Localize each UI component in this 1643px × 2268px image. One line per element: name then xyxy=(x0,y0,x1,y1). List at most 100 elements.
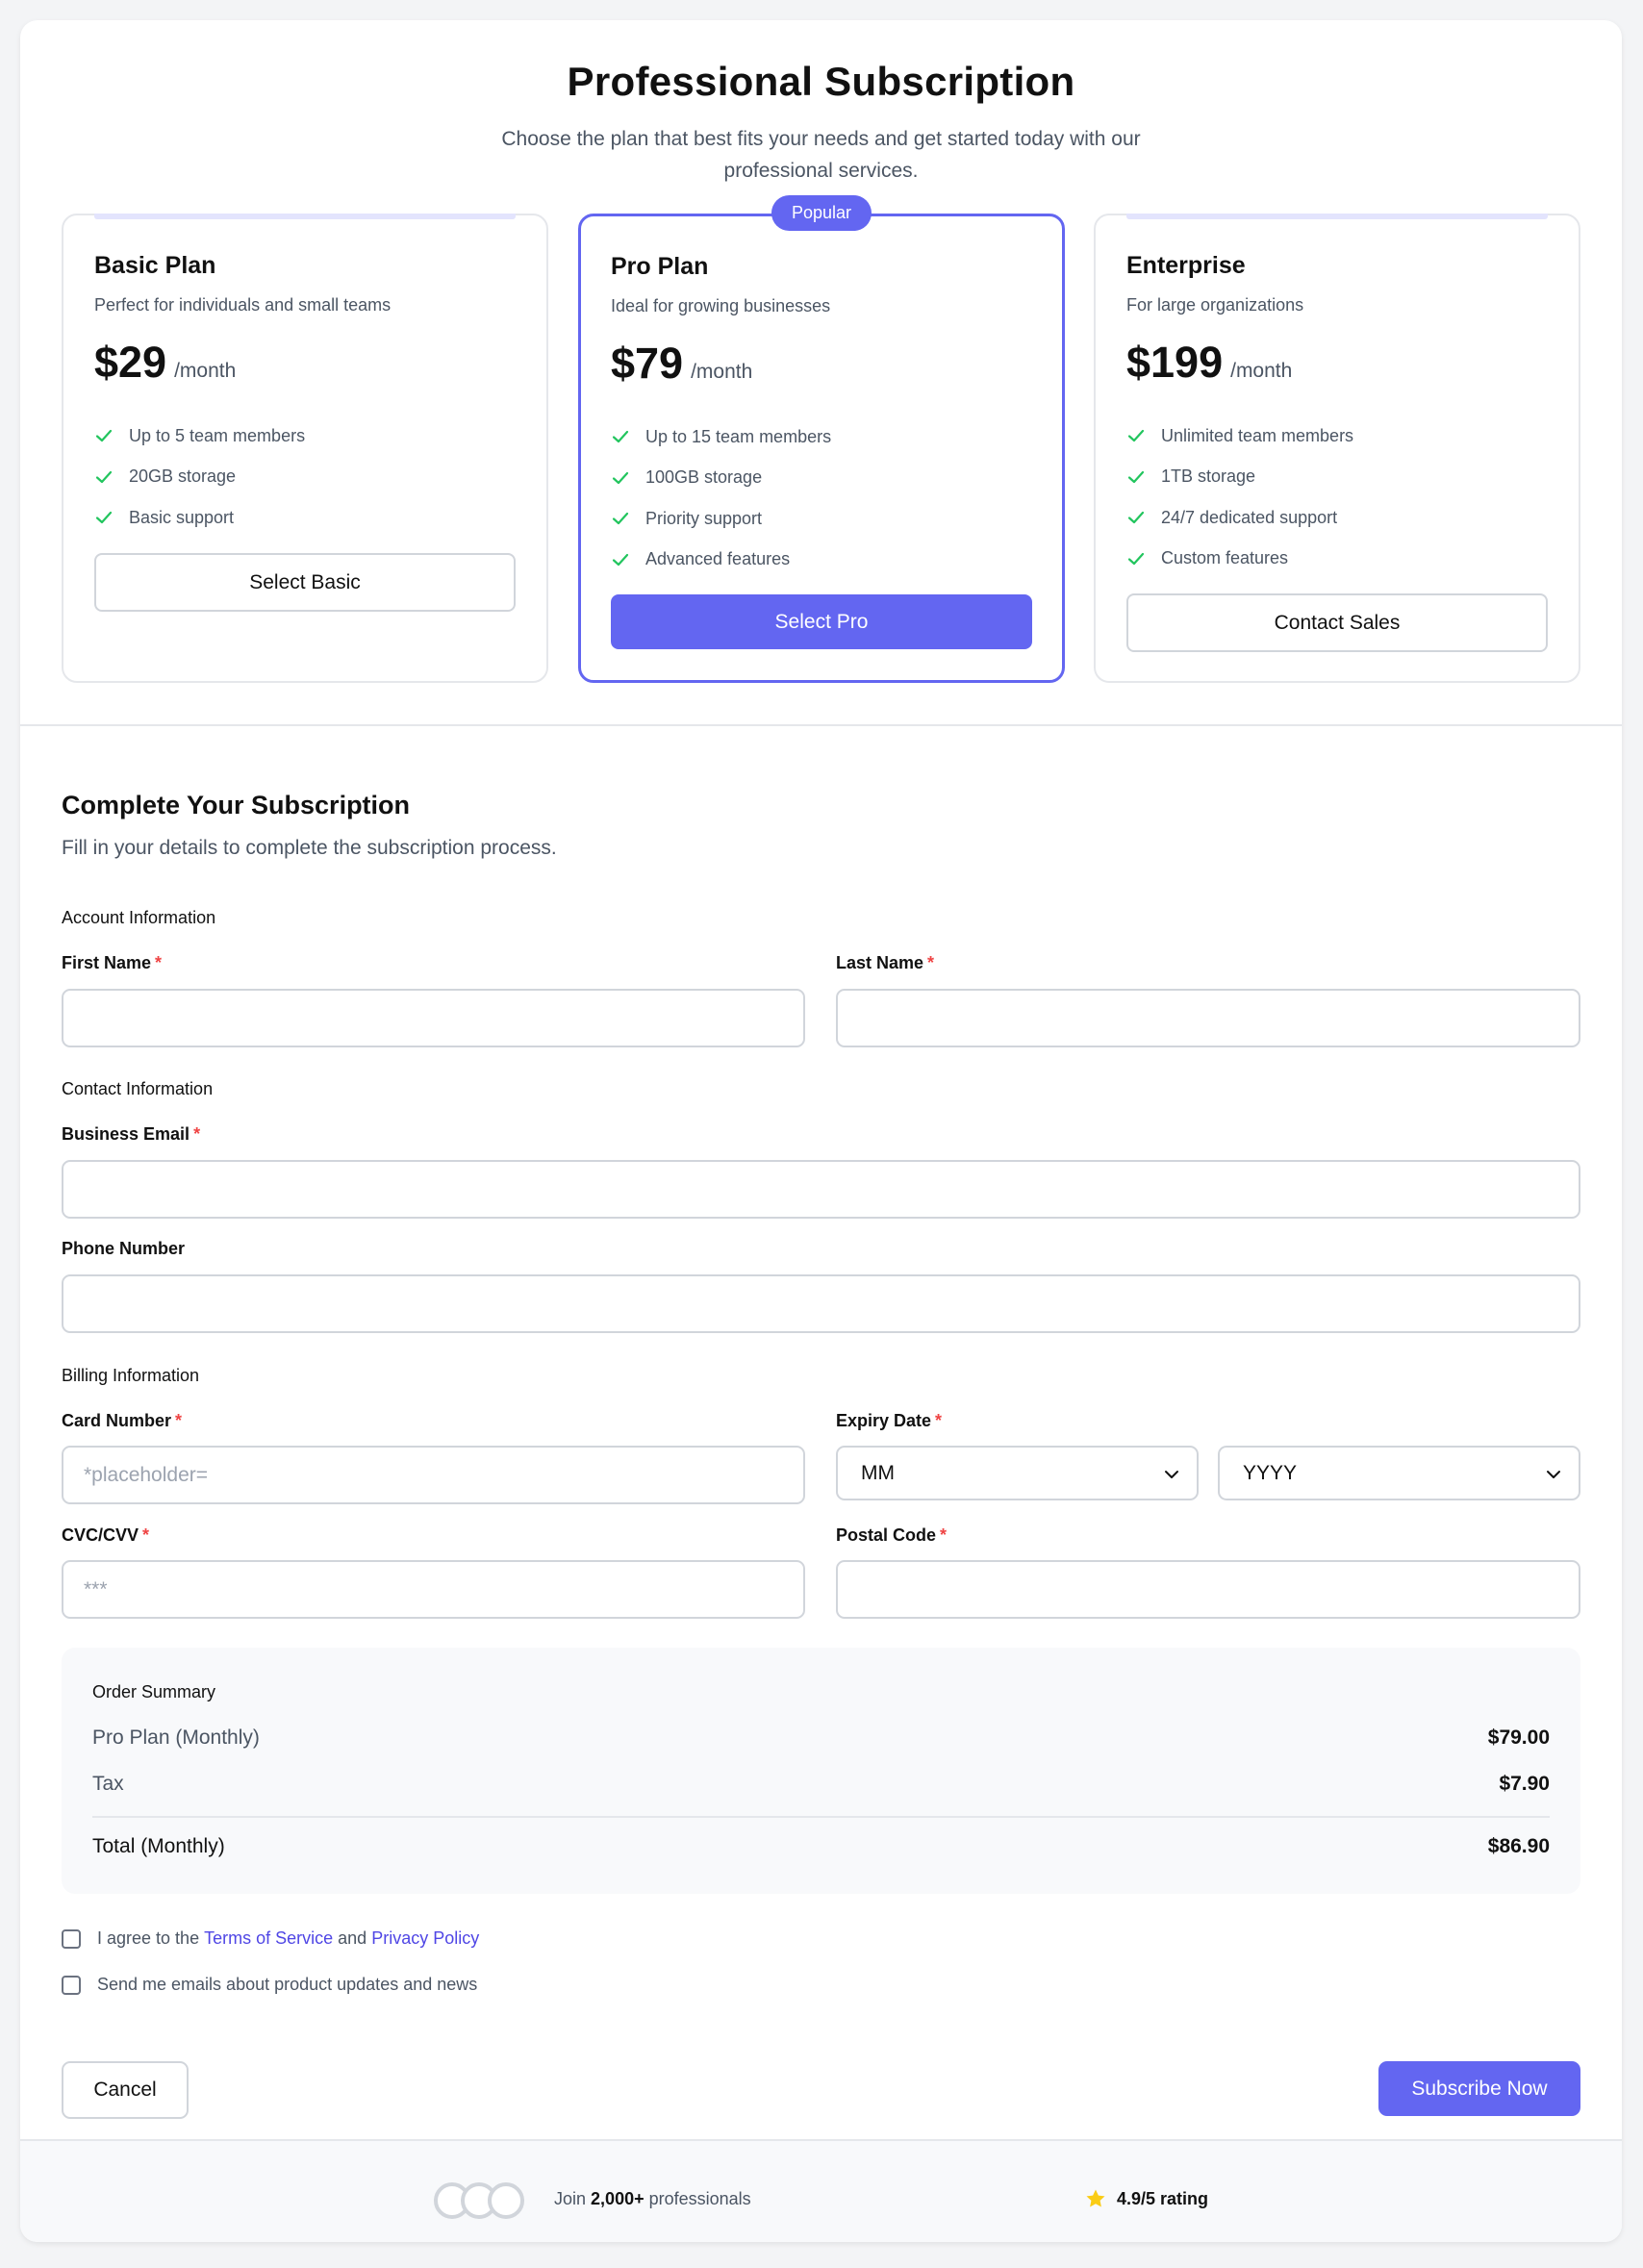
check-icon xyxy=(612,553,629,566)
rating-text: 4.9/5 rating xyxy=(1117,2188,1209,2208)
cancel-button[interactable]: Cancel xyxy=(62,2061,189,2119)
summary-total-label: Total (Monthly) xyxy=(92,1835,225,1857)
first-name-label: First Name * xyxy=(62,953,162,973)
plan-period: /month xyxy=(1230,360,1293,382)
join-prefix: Join xyxy=(554,2189,587,2208)
plan-description: Ideal for growing businesses xyxy=(611,296,831,315)
last-name-label-text: Last Name xyxy=(836,953,924,972)
feature-item: Unlimited team members xyxy=(1126,416,1353,457)
plan-card-basic: Basic Plan Perfect for individuals and s… xyxy=(62,214,548,683)
phone-number-input[interactable] xyxy=(62,1274,1580,1333)
postal-code-label-text: Postal Code xyxy=(836,1525,937,1545)
check-icon xyxy=(612,471,629,484)
check-icon xyxy=(95,430,113,442)
plan-price-row: $29 /month xyxy=(94,338,236,388)
privacy-policy-link[interactable]: Privacy Policy xyxy=(371,1928,479,1949)
plan-price-row: $199 /month xyxy=(1126,338,1292,388)
check-icon xyxy=(612,431,629,443)
feature-label: Basic support xyxy=(129,507,235,527)
feature-item: 24/7 dedicated support xyxy=(1126,497,1353,539)
terms-agreement: I agree to the Terms of Service and Priv… xyxy=(62,1928,479,1949)
terms-prefix: I agree to the xyxy=(97,1928,200,1948)
contact-sales-button[interactable]: Contact Sales xyxy=(1126,593,1548,652)
feature-label: 24/7 dedicated support xyxy=(1161,507,1338,527)
postal-code-input[interactable] xyxy=(836,1560,1580,1619)
feature-label: Advanced features xyxy=(645,549,791,569)
first-name-input[interactable] xyxy=(62,989,805,1047)
feature-item: Advanced features xyxy=(611,540,831,581)
feature-label: Up to 15 team members xyxy=(645,426,832,446)
email-label-text: Business Email xyxy=(62,1124,190,1144)
terms-of-service-link[interactable]: Terms of Service xyxy=(204,1928,333,1949)
card-number-input[interactable] xyxy=(62,1446,805,1504)
check-icon xyxy=(1127,552,1145,565)
feature-label: Priority support xyxy=(645,508,763,528)
plan-price: $29 xyxy=(94,338,167,387)
feature-label: Unlimited team members xyxy=(1161,425,1354,445)
phone-label: Phone Number xyxy=(62,1239,186,1258)
email-label: Business Email * xyxy=(62,1124,200,1145)
form-subtitle: Fill in your details to complete the sub… xyxy=(62,837,557,859)
plan-card-pro: Popular Pro Plan Ideal for growing busin… xyxy=(578,195,1065,683)
summary-line-amount: $79.00 xyxy=(1487,1726,1550,1749)
expiry-year-value: YYYY xyxy=(1243,1461,1298,1484)
join-count: 2,000+ xyxy=(591,2189,645,2208)
feature-item: 20GB storage xyxy=(94,457,305,498)
select-basic-button[interactable]: Select Basic xyxy=(94,553,516,612)
feature-item: Custom features xyxy=(1126,539,1353,580)
pricing-section: Professional Subscription Choose the pla… xyxy=(20,20,1622,726)
plan-description: Perfect for individuals and small teams xyxy=(94,295,392,315)
page-subtitle: Choose the plan that best fits your need… xyxy=(501,128,1141,182)
expiry-year-select[interactable]: YYYY xyxy=(1218,1446,1580,1500)
expiry-date-label-text: Expiry Date xyxy=(836,1411,932,1430)
newsletter-optin: Send me emails about product updates and… xyxy=(62,1975,477,1995)
subscribe-now-button[interactable]: Subscribe Now xyxy=(1378,2061,1580,2116)
required-marker: * xyxy=(142,1525,150,1545)
check-icon xyxy=(95,470,113,483)
feature-label: 20GB storage xyxy=(129,466,237,487)
feature-label: 100GB storage xyxy=(645,467,763,488)
chevron-down-icon xyxy=(1547,1471,1560,1478)
newsletter-checkbox[interactable] xyxy=(62,1975,81,1995)
first-name-label-text: First Name xyxy=(62,953,152,972)
feature-label: Up to 5 team members xyxy=(129,425,306,445)
card-number-label: Card Number * xyxy=(62,1411,182,1431)
plan-accent-bar xyxy=(94,214,516,219)
summary-line: Pro Plan (Monthly) $79.00 xyxy=(92,1726,1550,1750)
plan-name: Pro Plan xyxy=(611,253,709,280)
required-marker: * xyxy=(940,1525,948,1545)
order-summary: Order Summary Pro Plan (Monthly) $79.00 … xyxy=(62,1648,1580,1894)
page-title: Professional Subscription xyxy=(567,59,1075,104)
avatar-group-icon xyxy=(434,2182,524,2219)
plan-period: /month xyxy=(691,361,753,383)
cvc-input[interactable] xyxy=(62,1560,805,1619)
summary-total-amount: $86.90 xyxy=(1487,1835,1550,1857)
business-email-input[interactable] xyxy=(62,1160,1580,1219)
feature-item: 100GB storage xyxy=(611,458,831,499)
feature-item: Basic support xyxy=(94,497,305,539)
account-info-heading: Account Information xyxy=(62,908,216,927)
summary-line-label: Pro Plan (Monthly) xyxy=(92,1726,260,1749)
required-marker: * xyxy=(193,1124,201,1144)
expiry-date-label: Expiry Date * xyxy=(836,1411,942,1431)
contact-info-heading: Contact Information xyxy=(62,1079,214,1098)
billing-info-heading: Billing Information xyxy=(62,1366,200,1385)
check-icon xyxy=(95,512,113,524)
last-name-input[interactable] xyxy=(836,989,1580,1047)
required-marker: * xyxy=(155,953,163,972)
plan-period: /month xyxy=(174,360,237,382)
chevron-down-icon xyxy=(1165,1471,1178,1478)
feature-item: Up to 15 team members xyxy=(611,416,831,458)
rating: 4.9/5 rating xyxy=(1084,2187,1208,2210)
check-icon xyxy=(1127,512,1145,524)
feature-item: Priority support xyxy=(611,498,831,540)
plan-features: Up to 15 team members 100GB storage Prio… xyxy=(611,416,831,580)
required-marker: * xyxy=(927,953,935,972)
expiry-month-select[interactable]: MM xyxy=(836,1446,1199,1500)
terms-checkbox[interactable] xyxy=(62,1928,81,1949)
feature-label: Custom features xyxy=(1161,548,1289,568)
select-pro-button[interactable]: Select Pro xyxy=(611,594,1032,649)
check-icon xyxy=(612,513,629,525)
plan-price-row: $79 /month xyxy=(611,339,752,389)
check-icon xyxy=(1127,470,1145,483)
